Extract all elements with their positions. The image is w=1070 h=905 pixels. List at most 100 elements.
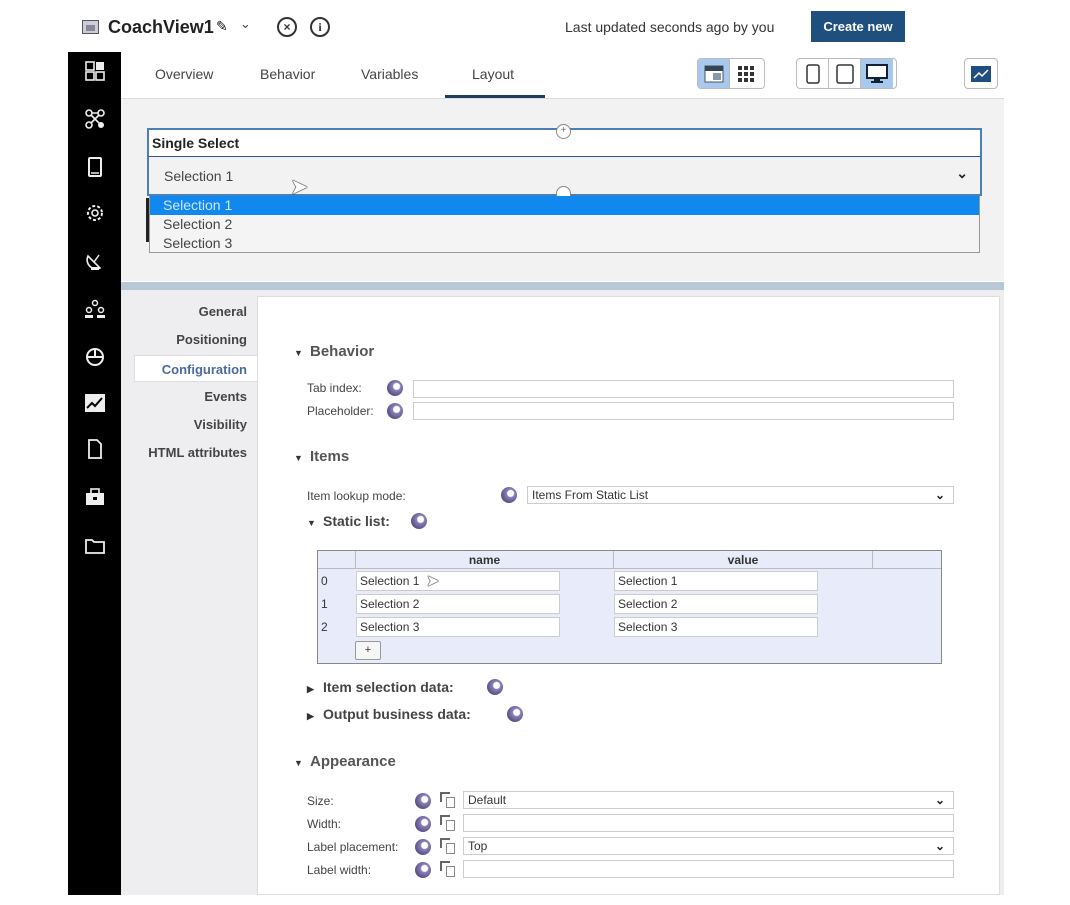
active-tab-indicator — [445, 95, 545, 98]
side-tab-positioning[interactable]: Positioning — [176, 332, 247, 347]
info-icon[interactable]: i — [310, 17, 330, 37]
column-header-value: value — [614, 551, 873, 569]
subsection-title: Item selection data: — [323, 679, 454, 695]
config-option-icon[interactable] — [440, 861, 455, 877]
output-business-data-toggle[interactable]: ▶ Output business data: — [307, 706, 471, 722]
tab-overview[interactable]: Overview — [155, 66, 213, 82]
side-tab-visibility[interactable]: Visibility — [194, 417, 247, 432]
binding-icon[interactable] — [387, 403, 403, 419]
design-view-icon[interactable] — [698, 59, 730, 88]
name-cell-input[interactable]: Selection 3 — [356, 617, 560, 637]
add-below-icon[interactable] — [556, 186, 571, 196]
preview-chart-icon[interactable] — [965, 59, 997, 88]
label-width-input[interactable] — [463, 860, 954, 878]
value-cell-input[interactable]: Selection 1 — [614, 571, 818, 591]
desktop-icon[interactable] — [861, 59, 893, 88]
binding-icon[interactable] — [415, 793, 431, 809]
subsection-title: Static list: — [323, 513, 390, 529]
side-tab-html-attributes[interactable]: HTML attributes — [148, 445, 247, 460]
value-cell-input[interactable]: Selection 2 — [614, 594, 818, 614]
item-lookup-value: Items From Static List — [532, 488, 649, 502]
binding-icon[interactable] — [415, 862, 431, 878]
name-cell-input[interactable]: Selection 2 — [356, 594, 560, 614]
placeholder-input[interactable] — [413, 402, 954, 420]
index-header — [318, 551, 356, 569]
toolbox-icon[interactable] — [68, 486, 121, 516]
tab-layout[interactable]: Layout — [472, 66, 514, 82]
dropdown-option[interactable]: Selection 2 — [150, 215, 979, 234]
config-option-icon[interactable] — [440, 815, 455, 831]
behavior-section-toggle[interactable]: ▼ Behavior — [294, 343, 374, 360]
tab-variables[interactable]: Variables — [361, 66, 418, 82]
section-title: Behavior — [310, 343, 375, 360]
panel-splitter[interactable] — [121, 282, 1004, 290]
dropdown-option[interactable]: Selection 3 — [150, 234, 979, 253]
name-cell-input[interactable]: Selection 1 — [356, 571, 560, 591]
side-tab-configuration[interactable]: Configuration — [162, 362, 247, 377]
config-option-icon[interactable] — [440, 792, 455, 808]
subsection-title: Output business data: — [323, 706, 471, 722]
document-title: CoachView1 — [108, 17, 214, 37]
grid-view-icon[interactable] — [730, 59, 762, 88]
binding-icon[interactable] — [387, 380, 403, 396]
gear-icon[interactable] — [68, 202, 121, 232]
flow-icon[interactable] — [68, 108, 121, 138]
label-width-label: Label width: — [307, 863, 372, 877]
binding-icon[interactable] — [507, 706, 523, 722]
file-icon[interactable] — [68, 438, 121, 468]
chevron-down-icon[interactable]: ⌄ — [956, 165, 968, 182]
tablet-icon[interactable] — [829, 59, 861, 88]
row-index: 1 — [321, 597, 328, 611]
preview-button[interactable] — [964, 58, 998, 89]
item-lookup-select[interactable]: Items From Static List ⌄ — [527, 486, 954, 504]
team-icon[interactable] — [68, 298, 121, 328]
binding-icon[interactable] — [415, 839, 431, 855]
phone-icon[interactable] — [797, 59, 829, 88]
config-option-icon[interactable] — [440, 838, 455, 854]
side-tab-events[interactable]: Events — [204, 389, 247, 404]
label-placement-label: Label placement: — [307, 840, 399, 854]
row-index: 2 — [321, 620, 328, 634]
value-cell-input[interactable]: Selection 3 — [614, 617, 818, 637]
binding-icon[interactable] — [415, 816, 431, 832]
folder-icon[interactable] — [68, 534, 121, 564]
chevron-down-icon: ⌄ — [934, 793, 945, 807]
appearance-section-toggle[interactable]: ▼ Appearance — [294, 753, 396, 770]
add-above-icon[interactable]: + — [556, 124, 571, 139]
tab-behavior[interactable]: Behavior — [260, 66, 315, 82]
dropdown-option[interactable]: Selection 1 — [150, 196, 979, 215]
label-placement-select[interactable]: Top ⌄ — [463, 837, 954, 855]
items-section-toggle[interactable]: ▼ Items — [294, 448, 349, 465]
row-index: 0 — [321, 574, 328, 588]
tab-index-input[interactable] — [413, 380, 954, 398]
collapse-triangle-icon: ▼ — [294, 453, 303, 463]
size-select[interactable]: Default ⌄ — [463, 791, 954, 809]
pencil-icon[interactable]: ✎ — [216, 18, 228, 35]
collapse-triangle-icon: ▼ — [294, 348, 303, 358]
pie-chart-icon[interactable] — [68, 346, 121, 376]
satellite-dish-icon[interactable] — [68, 250, 121, 280]
close-circle-icon[interactable]: × — [277, 17, 297, 37]
static-list-toggle[interactable]: ▼ Static list: — [307, 513, 390, 529]
create-new-button[interactable]: Create new — [811, 11, 905, 42]
tablet-icon[interactable] — [68, 156, 121, 186]
binding-icon[interactable] — [487, 679, 503, 695]
side-tab-general[interactable]: General — [199, 304, 247, 319]
left-nav-rail — [68, 52, 121, 895]
width-label: Width: — [307, 817, 342, 831]
placeholder-label: Placeholder: — [307, 404, 374, 418]
item-selection-data-toggle[interactable]: ▶ Item selection data: — [307, 679, 454, 695]
binding-icon[interactable] — [501, 487, 517, 503]
label-placement-value: Top — [468, 839, 488, 853]
layout-grid-icon[interactable] — [68, 60, 121, 90]
last-updated-status: Last updated seconds ago by you — [565, 19, 775, 35]
size-label: Size: — [307, 794, 334, 808]
collapse-triangle-icon: ▼ — [294, 758, 303, 768]
width-input[interactable] — [463, 814, 954, 832]
section-title: Items — [310, 448, 350, 465]
add-row-button[interactable]: + — [355, 641, 381, 660]
expand-triangle-icon: ▶ — [307, 684, 314, 694]
binding-icon[interactable] — [411, 513, 427, 529]
trend-chart-icon[interactable] — [68, 392, 121, 422]
chevron-down-icon[interactable]: ⌄ — [240, 16, 251, 32]
